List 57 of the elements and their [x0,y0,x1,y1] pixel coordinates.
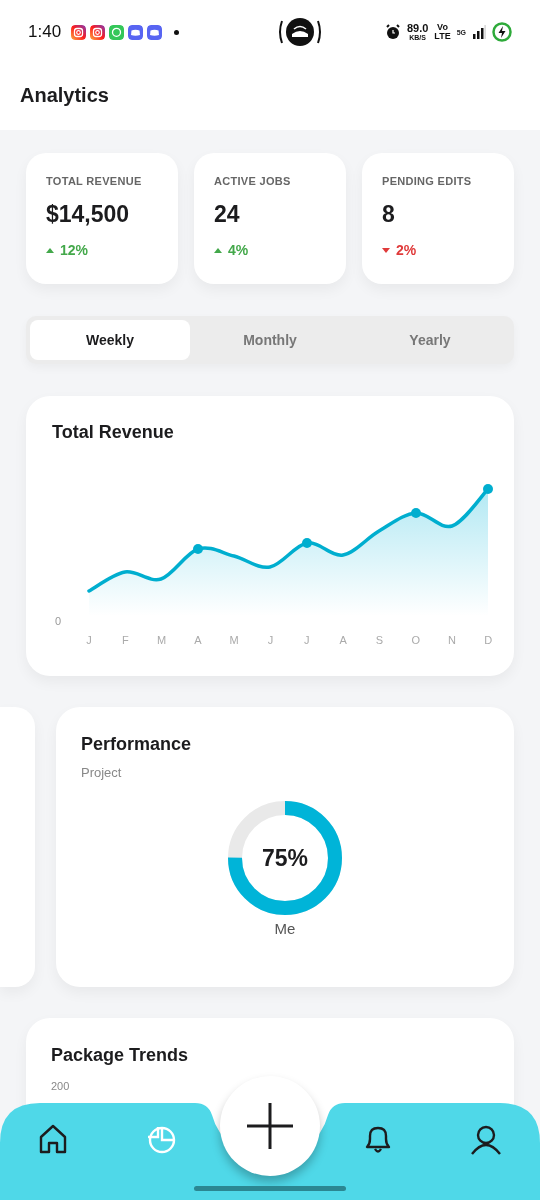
x-axis-label: D [484,634,493,646]
x-axis-label: N [448,634,456,646]
period-tab[interactable]: Yearly [350,320,510,360]
stat-change: 2% [382,242,417,258]
x-axis-label: J [267,634,274,646]
camera-app-icon [71,24,87,40]
stat-label: PENDING EDITS [382,175,473,187]
card-subtitle: Project [81,765,123,780]
network-speed: 89.0 [406,23,429,34]
x-axis-label: A [339,634,347,646]
stat-change: 4% [214,242,249,258]
alarm-icon [384,24,401,40]
trend-up-icon [46,246,54,254]
x-axis-label: J [304,634,310,646]
trend-down-icon [382,246,390,254]
status-time: 1:40 [28,22,62,42]
chat-app-icon [109,24,125,40]
card-title: Package Trends [51,1045,190,1066]
period-tab[interactable]: Monthly [190,320,350,360]
stat-label: TOTAL REVENUE [46,175,143,187]
y-axis-label: 200 [51,1080,70,1092]
x-axis-label: S [375,634,384,646]
signal-icon [472,25,486,39]
more-notifications-icon [174,29,180,35]
card-title: Performance [81,734,193,755]
period-tab[interactable]: Weekly [30,320,190,360]
y-axis-label: 0 [55,615,62,627]
progress-caption: Me [274,920,296,937]
chart-title: Total Revenue [52,422,175,443]
x-axis-label: M [157,634,167,646]
volte-label: LTE [434,32,451,41]
data-point [483,484,493,494]
camera-app-icon [90,24,106,40]
game-controller-app-icon [128,24,144,40]
user-icon [469,1123,503,1157]
x-axis-label: J [86,634,92,646]
data-point [193,544,203,554]
x-axis-label: O [411,634,420,646]
stat-change: 12% [46,242,89,258]
data-point [411,508,421,518]
volte-label: Vo [437,23,448,32]
x-axis-label: M [229,634,239,646]
data-point [302,538,312,548]
progress-reading: 75% [262,844,308,872]
nav-tab[interactable] [469,1123,503,1157]
battery-charging-icon [492,22,512,42]
page-title: Analytics [20,84,110,107]
stat-value: $14,500 [46,201,131,228]
x-axis-label: A [194,634,202,646]
hotspot-icon [277,17,323,47]
trend-up-icon [214,246,222,254]
stat-label: ACTIVE JOBS [214,175,292,187]
stat-value: 24 [214,201,241,228]
plus-icon [245,1101,295,1151]
stat-value: 8 [382,201,396,228]
x-axis-label: F [121,634,129,646]
game-controller-app-icon [147,24,163,40]
